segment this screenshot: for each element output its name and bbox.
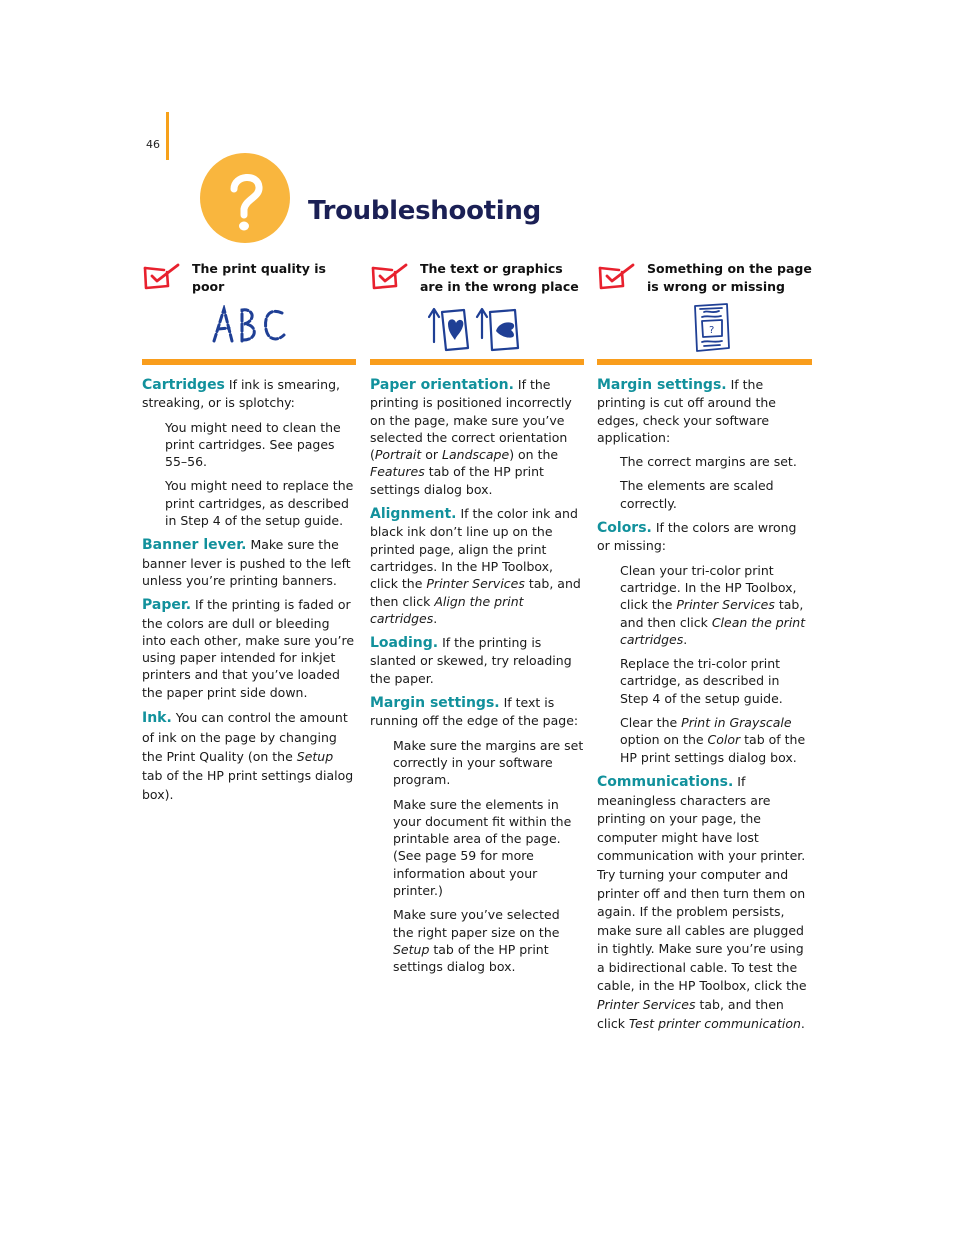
section-divider bbox=[370, 359, 584, 365]
tip-item: The correct margins are set. bbox=[620, 454, 797, 470]
tip-item: Clear the Print in Grayscale option on t… bbox=[620, 715, 806, 765]
tip-item: Make sure you’ve selected the right pape… bbox=[393, 907, 560, 975]
tip-heading: Cartridges bbox=[142, 377, 225, 393]
tip-heading: Paper. bbox=[142, 597, 192, 614]
tip-heading: Ink. bbox=[142, 710, 172, 727]
column-wrong-or-missing: Something on the page is wrong or missin… bbox=[597, 258, 812, 1040]
tip-margin-settings: Margin settings. If the printing is cut … bbox=[597, 377, 776, 445]
column-body: Margin settings. If the printing is cut … bbox=[597, 376, 811, 1033]
tip-heading: Margin settings. bbox=[597, 377, 727, 393]
column-header: The text or graphics are in the wrong pl… bbox=[370, 258, 584, 302]
tip-heading: Banner lever. bbox=[142, 537, 247, 554]
column-body: Paper orientation. If the printing is po… bbox=[370, 376, 584, 976]
tip-communications: Communications. If meaningless character… bbox=[597, 773, 807, 1031]
tip-heading: Paper orientation. bbox=[370, 377, 514, 393]
tip-heading: Colors. bbox=[597, 520, 652, 537]
page-missing-content-icon: ? bbox=[597, 302, 811, 358]
red-checkbox-icon bbox=[371, 263, 408, 290]
tip-item: Clean your tri-color print cartridge. In… bbox=[620, 562, 806, 647]
tip-heading: Margin settings. bbox=[370, 695, 500, 712]
section-divider bbox=[142, 359, 356, 365]
tip-alignment: Alignment. If the color ink and black in… bbox=[370, 506, 581, 626]
tip-item: Make sure the elements in your document … bbox=[393, 796, 572, 899]
tip-paper-orientation: Paper orientation. If the printing is po… bbox=[370, 377, 572, 497]
column-header: The print quality is poor bbox=[142, 258, 356, 302]
tip-heading: Alignment. bbox=[370, 506, 457, 523]
tip-item: You might need to replace the print cart… bbox=[165, 478, 354, 529]
tip-loading: Loading. If the printing is slanted or s… bbox=[370, 635, 572, 686]
question-mark-icon bbox=[200, 153, 290, 243]
column-wrong-place: The text or graphics are in the wrong pl… bbox=[370, 258, 584, 983]
column-body: Cartridges If ink is smearing, streaking… bbox=[142, 376, 356, 804]
tip-cartridges: Cartridges If ink is smearing, streaking… bbox=[142, 377, 340, 411]
column-heading: Something on the page is wrong or missin… bbox=[647, 261, 812, 294]
column-heading: The print quality is poor bbox=[192, 261, 326, 294]
faded-abc-icon bbox=[142, 302, 356, 358]
page-orientation-icon bbox=[370, 302, 584, 358]
tip-item: The elements are scaled correctly. bbox=[620, 478, 774, 511]
tip-heading: Loading. bbox=[370, 635, 439, 652]
red-checkbox-icon bbox=[598, 263, 635, 290]
tip-item: You might need to clean the print cartri… bbox=[165, 419, 341, 470]
column-print-quality: The print quality is poor Cartridges If … bbox=[142, 258, 356, 811]
tip-margin-settings: Margin settings. If text is running off … bbox=[370, 695, 579, 729]
page-number-rule bbox=[166, 112, 169, 160]
section-divider bbox=[597, 359, 812, 365]
tip-paper: Paper. If the printing is faded or the c… bbox=[142, 597, 355, 700]
tip-heading: Communications. bbox=[597, 773, 734, 790]
tip-banner-lever: Banner lever. Make sure the banner lever… bbox=[142, 537, 351, 588]
tip-colors: Colors. If the colors are wrong or missi… bbox=[597, 520, 797, 554]
column-header: Something on the page is wrong or missin… bbox=[597, 258, 812, 302]
tip-item: Make sure the margins are set correctly … bbox=[393, 737, 584, 788]
tip-item: Replace the tri-color print cartridge, a… bbox=[620, 656, 783, 706]
svg-text:?: ? bbox=[709, 325, 714, 336]
column-heading: The text or graphics are in the wrong pl… bbox=[420, 261, 579, 294]
page-title: Troubleshooting bbox=[308, 196, 541, 226]
page-number: 46 bbox=[146, 138, 160, 151]
red-checkbox-icon bbox=[143, 263, 180, 290]
tip-ink: Ink. You can control the amount of ink o… bbox=[142, 710, 354, 803]
